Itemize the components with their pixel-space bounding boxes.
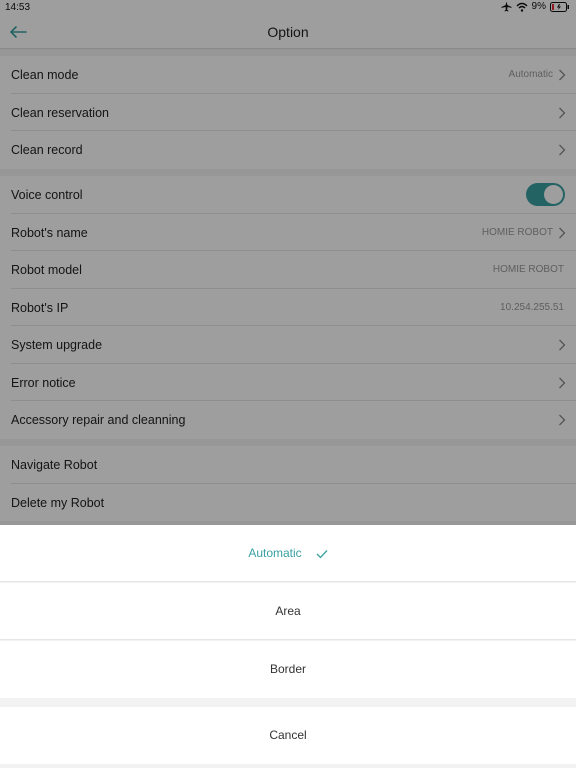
option-border[interactable]: Border — [0, 641, 576, 698]
option-label: Border — [269, 662, 307, 676]
option-area[interactable]: Area — [0, 583, 576, 640]
option-label: Area — [275, 604, 301, 618]
clean-mode-action-sheet: Automatic Area Border Cancel — [0, 525, 576, 768]
option-label: Automatic — [248, 546, 302, 560]
modal-backdrop[interactable] — [0, 0, 576, 525]
checkmark-icon — [316, 549, 328, 559]
option-automatic[interactable]: Automatic — [0, 525, 576, 582]
cancel-label: Cancel — [269, 728, 307, 742]
cancel-button[interactable]: Cancel — [0, 707, 576, 764]
